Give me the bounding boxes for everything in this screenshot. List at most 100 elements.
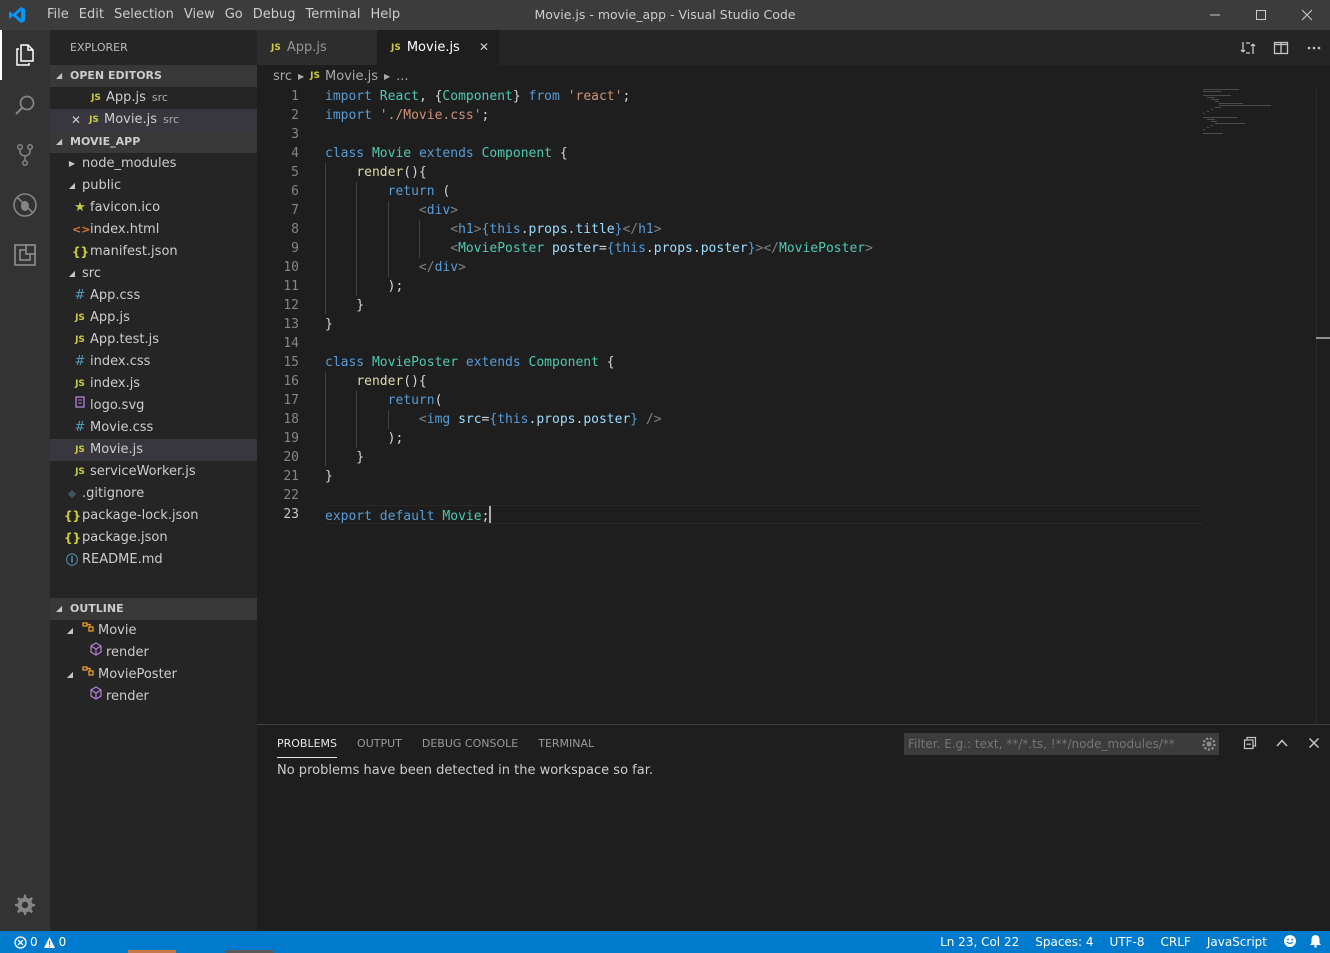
outline-header[interactable]: ◢ OUTLINE <box>50 598 257 620</box>
breadcrumb-symbol[interactable]: ... <box>396 69 408 84</box>
feedback-smiley-icon[interactable] <box>1283 931 1297 953</box>
code-line[interactable]: class MoviePoster extends Component { <box>325 353 1205 372</box>
tree-folder-public[interactable]: ◢ public <box>50 175 257 197</box>
explorer-activity-button[interactable] <box>0 30 50 80</box>
code-line[interactable] <box>325 486 1205 505</box>
tree-file-logo-svg[interactable]: logo.svg <box>50 395 257 417</box>
code-line[interactable] <box>325 125 1205 144</box>
close-window-button[interactable] <box>1284 0 1330 30</box>
collapse-all-button[interactable] <box>1234 725 1266 761</box>
code-line[interactable]: return( <box>325 391 1205 410</box>
split-editor-button[interactable] <box>1264 30 1297 65</box>
breadcrumb-folder[interactable]: src <box>273 69 292 84</box>
manage-settings-button[interactable] <box>0 880 50 930</box>
code-line[interactable]: <div> <box>325 201 1205 220</box>
more-actions-button[interactable] <box>1297 30 1330 65</box>
code-editor[interactable]: 1 2 3 4 5 6 7 8 9 10 11 12 13 14 15 16 17 18 19 20 21 22 23 im… <box>257 87 1330 724</box>
tab-app-js[interactable]: JS App.js <box>257 30 377 65</box>
editor-scrollbar[interactable] <box>1316 87 1330 724</box>
tab-movie-js[interactable]: JS Movie.js ✕ <box>377 30 499 65</box>
menu-go[interactable]: Go <box>220 0 248 30</box>
code-line[interactable]: import React, {Component} from 'react'; <box>325 87 1205 106</box>
tree-file-index-css[interactable]: # index.css <box>50 351 257 373</box>
tree-file-gitignore[interactable]: ◆ .gitignore <box>50 483 257 505</box>
tab-problems[interactable]: PROBLEMS <box>277 725 338 758</box>
maximize-panel-button[interactable] <box>1266 725 1298 761</box>
code-line[interactable]: ); <box>325 277 1205 296</box>
tree-file-index-html[interactable]: <> index.html <box>50 219 257 241</box>
tree-file-favicon[interactable]: ★ favicon.ico <box>50 197 257 219</box>
code-line[interactable]: <img src={this.props.poster} /> <box>325 410 1205 429</box>
tab-debug-console[interactable]: DEBUG CONSOLE <box>422 725 518 761</box>
menu-selection[interactable]: Selection <box>109 0 179 30</box>
outline-method-render[interactable]: render <box>50 641 257 664</box>
source-control-activity-button[interactable] <box>0 130 50 180</box>
menu-debug[interactable]: Debug <box>248 0 301 30</box>
search-activity-button[interactable] <box>0 80 50 130</box>
minimap[interactable] <box>1203 87 1283 147</box>
tree-file-serviceworker-js[interactable]: JS serviceWorker.js <box>50 461 257 483</box>
file-encoding[interactable]: UTF-8 <box>1110 931 1145 953</box>
tree-item-label: Movie.js <box>90 442 143 457</box>
debug-activity-button[interactable] <box>0 180 50 230</box>
code-line[interactable]: import './Movie.css'; <box>325 106 1205 125</box>
code-line[interactable]: } <box>325 448 1205 467</box>
open-changes-button[interactable] <box>1231 30 1264 65</box>
code-line[interactable]: export default Movie; <box>325 505 1203 524</box>
problems-status[interactable]: 0 0 <box>14 931 66 953</box>
open-editor-item-active[interactable]: ✕ JS Movie.js src <box>50 109 257 131</box>
code-line[interactable]: } <box>325 315 1205 334</box>
code-line[interactable]: render(){ <box>325 163 1205 182</box>
maximize-button[interactable] <box>1238 0 1284 30</box>
code-area[interactable]: import React, {Component} from 'react'; i… <box>325 87 1205 524</box>
notifications-bell-icon[interactable] <box>1309 931 1322 953</box>
end-of-line[interactable]: CRLF <box>1161 931 1191 953</box>
problems-filter-input[interactable] <box>904 733 1219 755</box>
tree-file-index-js[interactable]: JS index.js <box>50 373 257 395</box>
tab-output[interactable]: OUTPUT <box>357 725 402 761</box>
code-line[interactable]: render(){ <box>325 372 1205 391</box>
tree-file-package-json[interactable]: {} package.json <box>50 527 257 549</box>
outline-class-movie[interactable]: ◢ Movie <box>50 620 257 642</box>
language-mode[interactable]: JavaScript <box>1207 931 1267 953</box>
filter-settings-icon[interactable] <box>1201 736 1217 752</box>
tree-file-movie-css[interactable]: # Movie.css <box>50 417 257 439</box>
tree-file-readme[interactable]: ⓘ README.md <box>50 549 257 571</box>
tree-file-app-css[interactable]: # App.css <box>50 285 257 307</box>
code-line[interactable]: } <box>325 296 1205 315</box>
tree-file-manifest-json[interactable]: {} manifest.json <box>50 241 257 263</box>
tree-file-movie-js[interactable]: JS Movie.js <box>50 439 257 461</box>
code-line[interactable]: <h1>{this.props.title}</h1> <box>325 220 1205 239</box>
tree-file-app-js[interactable]: JS App.js <box>50 307 257 329</box>
close-editor-icon[interactable]: ✕ <box>68 109 84 131</box>
tree-folder-src[interactable]: ◢ src <box>50 263 257 285</box>
extensions-activity-button[interactable] <box>0 230 50 280</box>
open-editor-item[interactable]: JS App.js src <box>50 87 257 109</box>
minimize-button[interactable] <box>1192 0 1238 30</box>
code-line[interactable]: ); <box>325 429 1205 448</box>
menu-edit[interactable]: Edit <box>74 0 109 30</box>
cursor-position[interactable]: Ln 23, Col 22 <box>940 931 1019 953</box>
close-tab-icon[interactable]: ✕ <box>479 40 489 54</box>
project-folder-header[interactable]: ◢ MOVIE_APP <box>50 131 257 153</box>
tab-terminal[interactable]: TERMINAL <box>538 725 594 761</box>
code-line[interactable]: } <box>325 467 1205 486</box>
tree-file-app-test-js[interactable]: JS App.test.js <box>50 329 257 351</box>
code-line[interactable]: class Movie extends Component { <box>325 144 1205 163</box>
menu-help[interactable]: Help <box>365 0 405 30</box>
close-panel-button[interactable] <box>1298 725 1330 761</box>
code-line[interactable]: <MoviePoster poster={this.props.poster}>… <box>325 239 1205 258</box>
outline-class-movieposter[interactable]: ◢ MoviePoster <box>50 664 257 686</box>
breadcrumb-file[interactable]: Movie.js <box>325 69 378 84</box>
open-editors-header[interactable]: ◢ OPEN EDITORS <box>50 65 257 87</box>
menu-file[interactable]: File <box>42 0 74 30</box>
tree-folder-node-modules[interactable]: ▶ node_modules <box>50 153 257 175</box>
outline-method-render[interactable]: render <box>50 685 257 708</box>
tree-file-package-lock-json[interactable]: {} package-lock.json <box>50 505 257 527</box>
code-line[interactable]: return ( <box>325 182 1205 201</box>
indentation[interactable]: Spaces: 4 <box>1035 931 1093 953</box>
code-line[interactable] <box>325 334 1205 353</box>
menu-terminal[interactable]: Terminal <box>301 0 366 30</box>
menu-view[interactable]: View <box>179 0 220 30</box>
code-line[interactable]: </div> <box>325 258 1205 277</box>
